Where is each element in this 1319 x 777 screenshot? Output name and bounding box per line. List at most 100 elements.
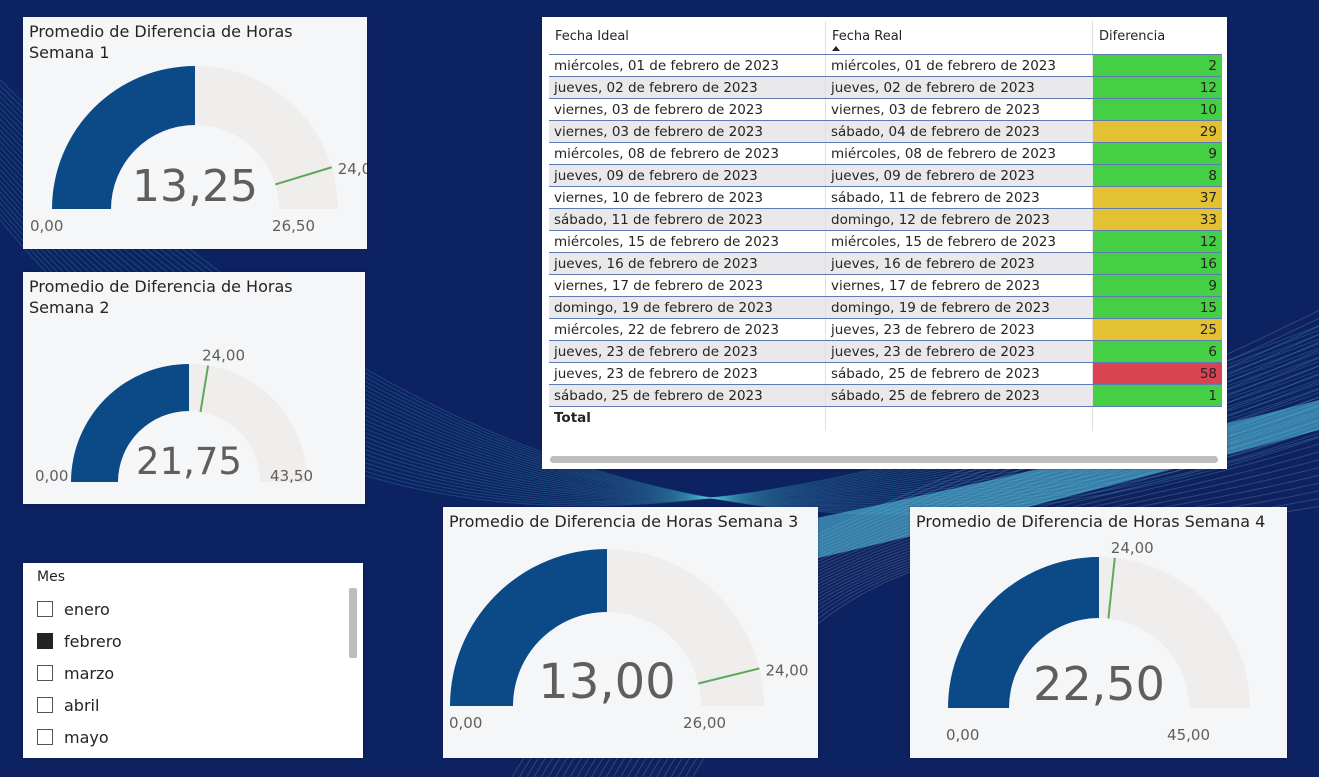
cell-fecha-real: sábado, 25 de febrero de 2023 <box>826 363 1093 384</box>
table-row[interactable]: viernes, 17 de febrero de 2023 viernes, 1… <box>549 275 1222 297</box>
horizontal-scrollbar[interactable] <box>550 456 1218 463</box>
cell-fecha-real: jueves, 16 de febrero de 2023 <box>826 253 1093 274</box>
gauge-min-label: 0,00 <box>35 467 68 485</box>
cell-fecha-ideal: sábado, 11 de febrero de 2023 <box>549 209 826 230</box>
mes-slicer[interactable]: Mes enero febrero marzo abril mayo <box>23 563 363 758</box>
checkbox[interactable] <box>37 665 53 681</box>
slicer-item-label: marzo <box>64 663 115 683</box>
cell-fecha-ideal: jueves, 23 de febrero de 2023 <box>549 363 826 384</box>
gauge-card-semana-1[interactable]: Promedio de Diferencia de Horas Semana 1… <box>23 17 367 249</box>
column-header-fecha-ideal[interactable]: Fecha Ideal <box>549 21 826 54</box>
cell-diferencia: 37 <box>1093 187 1222 208</box>
table-total-row: Total <box>549 407 1222 431</box>
cell-diferencia: 15 <box>1093 297 1222 318</box>
gauge-min-label: 0,00 <box>449 714 482 732</box>
cell-fecha-ideal: jueves, 09 de febrero de 2023 <box>549 165 826 186</box>
gauge-card-semana-2[interactable]: Promedio de Diferencia de Horas Semana 2… <box>23 272 365 504</box>
cell-fecha-ideal: sábado, 25 de febrero de 2023 <box>549 385 826 406</box>
cell-diferencia: 58 <box>1093 363 1222 384</box>
slicer-item-label: abril <box>64 695 100 715</box>
cell-fecha-real: jueves, 23 de febrero de 2023 <box>826 341 1093 362</box>
cell-fecha-real: miércoles, 08 de febrero de 2023 <box>826 143 1093 164</box>
slicer-item-marzo[interactable]: marzo <box>37 657 122 689</box>
gauge-target-label: 24,00 <box>1111 539 1154 557</box>
cell-diferencia: 2 <box>1093 55 1222 76</box>
cell-fecha-ideal: jueves, 16 de febrero de 2023 <box>549 253 826 274</box>
cell-fecha-real: jueves, 02 de febrero de 2023 <box>826 77 1093 98</box>
checkbox[interactable] <box>37 729 53 745</box>
cell-fecha-real: domingo, 12 de febrero de 2023 <box>826 209 1093 230</box>
table-row[interactable]: miércoles, 08 de febrero de 2023 miércole… <box>549 143 1222 165</box>
gauge-card-semana-4[interactable]: Promedio de Diferencia de Horas Semana 4… <box>910 507 1287 758</box>
cell-fecha-ideal: viernes, 03 de febrero de 2023 <box>549 99 826 120</box>
table-row[interactable]: viernes, 10 de febrero de 2023 sábado, 11… <box>549 187 1222 209</box>
total-cell <box>826 407 1093 431</box>
slicer-item-label: enero <box>64 599 110 619</box>
cell-fecha-real: sábado, 11 de febrero de 2023 <box>826 187 1093 208</box>
gauge-max-label: 43,50 <box>270 467 313 485</box>
cell-fecha-ideal: miércoles, 15 de febrero de 2023 <box>549 231 826 252</box>
gauge-max-label: 26,50 <box>272 217 315 235</box>
cell-fecha-real: viernes, 03 de febrero de 2023 <box>826 99 1093 120</box>
slicer-item-label: mayo <box>64 727 109 747</box>
gauge-target-label: 24,00 <box>338 160 367 178</box>
cell-fecha-ideal: miércoles, 08 de febrero de 2023 <box>549 143 826 164</box>
cell-fecha-ideal: miércoles, 22 de febrero de 2023 <box>549 319 826 340</box>
gauge-value: 13,00 <box>538 654 675 710</box>
table-row[interactable]: miércoles, 15 de febrero de 2023 miércole… <box>549 231 1222 253</box>
table-header: Fecha Ideal Fecha Real Diferencia <box>549 21 1222 55</box>
cell-fecha-real: miércoles, 01 de febrero de 2023 <box>826 55 1093 76</box>
gauge-min-label: 0,00 <box>946 726 979 744</box>
table-row[interactable]: miércoles, 22 de febrero de 2023 jueves, … <box>549 319 1222 341</box>
slicer-item-label: febrero <box>64 631 122 651</box>
checkbox[interactable] <box>37 697 53 713</box>
checkbox[interactable] <box>37 633 53 649</box>
slicer-item-abril[interactable]: abril <box>37 689 122 721</box>
cell-fecha-ideal: jueves, 23 de febrero de 2023 <box>549 341 826 362</box>
table-row[interactable]: sábado, 11 de febrero de 2023 domingo, 12… <box>549 209 1222 231</box>
table-row[interactable]: viernes, 03 de febrero de 2023 viernes, 0… <box>549 99 1222 121</box>
cell-fecha-ideal: domingo, 19 de febrero de 2023 <box>549 297 826 318</box>
cell-fecha-real: sábado, 04 de febrero de 2023 <box>826 121 1093 142</box>
slicer-item-febrero[interactable]: febrero <box>37 625 122 657</box>
gauge-max-label: 45,00 <box>1167 726 1210 744</box>
cell-diferencia: 9 <box>1093 275 1222 296</box>
gauge-max-label: 26,00 <box>683 714 726 732</box>
cell-fecha-real: miércoles, 15 de febrero de 2023 <box>826 231 1093 252</box>
cell-fecha-real: viernes, 17 de febrero de 2023 <box>826 275 1093 296</box>
table-row[interactable]: viernes, 03 de febrero de 2023 sábado, 04… <box>549 121 1222 143</box>
gauge-value: 21,75 <box>136 440 242 483</box>
table-row[interactable]: miércoles, 01 de febrero de 2023 miércole… <box>549 55 1222 77</box>
vertical-scrollbar[interactable] <box>349 588 357 658</box>
table-row[interactable]: sábado, 25 de febrero de 2023 sábado, 25 … <box>549 385 1222 407</box>
table-row[interactable]: jueves, 23 de febrero de 2023 sábado, 25 … <box>549 363 1222 385</box>
cell-fecha-ideal: miércoles, 01 de febrero de 2023 <box>549 55 826 76</box>
cell-fecha-real: jueves, 09 de febrero de 2023 <box>826 165 1093 186</box>
cell-fecha-ideal: viernes, 10 de febrero de 2023 <box>549 187 826 208</box>
slicer-title: Mes <box>37 569 65 585</box>
slicer-item-mayo[interactable]: mayo <box>37 721 122 753</box>
table-row[interactable]: jueves, 02 de febrero de 2023 jueves, 02 … <box>549 77 1222 99</box>
column-header-diferencia[interactable]: Diferencia <box>1093 21 1222 54</box>
cell-diferencia: 10 <box>1093 99 1222 120</box>
cell-diferencia: 9 <box>1093 143 1222 164</box>
gauge-target-label: 24,00 <box>765 661 808 679</box>
gauge-chart: 24,00 22,50 0,00 45,00 <box>946 539 1250 744</box>
column-header-fecha-real[interactable]: Fecha Real <box>826 21 1093 54</box>
sort-ascending-icon <box>832 46 840 51</box>
table-row[interactable]: jueves, 16 de febrero de 2023 jueves, 16 … <box>549 253 1222 275</box>
table-row[interactable]: jueves, 23 de febrero de 2023 jueves, 23 … <box>549 341 1222 363</box>
cell-diferencia: 12 <box>1093 77 1222 98</box>
gauge-chart: 24,00 13,00 0,00 26,00 <box>449 549 808 732</box>
gauge-chart: 24,00 13,25 0,00 26,50 <box>30 66 367 235</box>
cell-diferencia: 25 <box>1093 319 1222 340</box>
checkbox[interactable] <box>37 601 53 617</box>
table-row[interactable]: jueves, 09 de febrero de 2023 jueves, 09 … <box>549 165 1222 187</box>
cell-diferencia: 12 <box>1093 231 1222 252</box>
slicer-item-enero[interactable]: enero <box>37 593 122 625</box>
cell-diferencia: 16 <box>1093 253 1222 274</box>
table-row[interactable]: domingo, 19 de febrero de 2023 domingo, 1… <box>549 297 1222 319</box>
gauge-card-semana-3[interactable]: Promedio de Diferencia de Horas Semana 3… <box>443 507 818 758</box>
diferencia-table[interactable]: Fecha Ideal Fecha Real Diferencia miérco… <box>542 17 1227 469</box>
cell-diferencia: 29 <box>1093 121 1222 142</box>
